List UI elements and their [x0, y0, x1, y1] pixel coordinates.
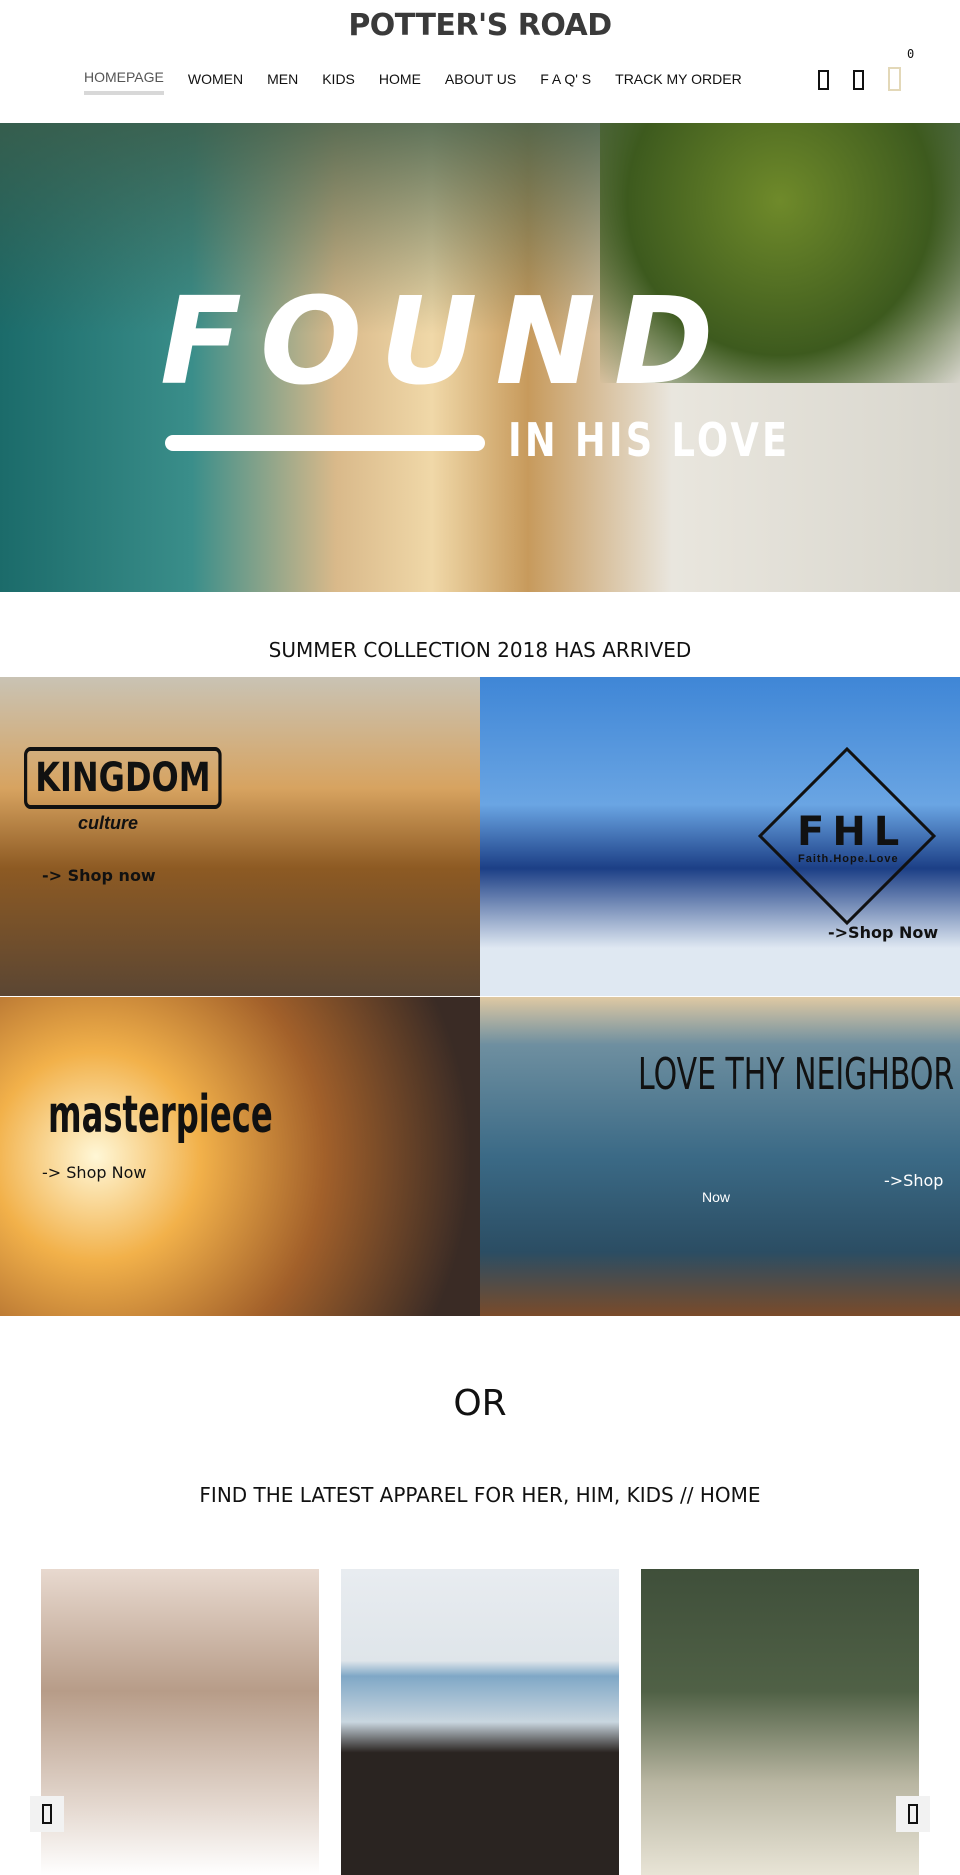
nav-about-us[interactable]: ABOUT US: [445, 71, 516, 95]
tile-fhl[interactable]: FHL Faith.Hope.Love ->Shop Now: [480, 677, 960, 996]
shop-now-link[interactable]: ->Shop: [884, 1171, 943, 1190]
nav-track-order[interactable]: TRACK MY ORDER: [615, 71, 742, 95]
nav-kids[interactable]: KIDS: [322, 71, 355, 95]
tile-brand-sub: culture: [78, 813, 139, 833]
search-icon[interactable]: [818, 70, 829, 90]
tile-brand: FHL: [797, 809, 908, 855]
carousel-next-button[interactable]: [896, 1796, 930, 1832]
hero-title: FOUND: [160, 273, 732, 412]
category-kids[interactable]: [641, 1569, 919, 1875]
chevron-right-icon: [908, 1804, 918, 1824]
nav-faqs[interactable]: F A Q' S: [540, 71, 591, 95]
cart-icon[interactable]: [888, 67, 901, 91]
nav-men[interactable]: MEN: [267, 71, 298, 95]
apparel-heading: FIND THE LATEST APPAREL FOR HER, HIM, KI…: [199, 1483, 761, 1507]
category-him[interactable]: [341, 1569, 619, 1875]
shop-now-link[interactable]: -> Shop Now: [42, 1163, 146, 1182]
chevron-left-icon: [42, 1804, 52, 1824]
shop-now-link-2[interactable]: Now: [702, 1189, 730, 1205]
tile-brand-sub: Faith.Hope.Love: [798, 853, 899, 865]
tile-love-thy-neighbor[interactable]: LOVE THY NEIGHBOR ->Shop Now: [480, 997, 960, 1316]
collection-heading: SUMMER COLLECTION 2018 HAS ARRIVED: [268, 638, 692, 662]
tile-brand: LOVE THY NEIGHBOR: [638, 1049, 955, 1100]
hero-subtitle: IN HIS LOVE: [508, 413, 791, 467]
tile-masterpiece[interactable]: masterpiece -> Shop Now: [0, 997, 480, 1316]
nav-women[interactable]: WOMEN: [188, 71, 243, 95]
nav-home[interactable]: HOME: [379, 71, 421, 95]
cart-count: 0: [907, 47, 915, 61]
hero-banner[interactable]: FOUND IN HIS LOVE: [0, 123, 960, 592]
account-icon[interactable]: [853, 70, 864, 90]
shop-now-link[interactable]: ->Shop Now: [828, 923, 938, 942]
tile-brand: masterpiece: [48, 1085, 273, 1145]
hero-underline: [165, 435, 485, 451]
carousel-prev-button[interactable]: [30, 1796, 64, 1832]
tile-brand: KINGDOM: [24, 747, 222, 809]
site-logo[interactable]: POTTER'S ROAD: [0, 8, 960, 43]
nav-homepage[interactable]: HOMEPAGE: [84, 69, 164, 95]
tile-kingdom[interactable]: KINGDOM culture -> Shop now: [0, 677, 480, 996]
shop-now-link[interactable]: -> Shop now: [42, 866, 156, 885]
or-divider: OR: [453, 1383, 507, 1424]
category-her[interactable]: [41, 1569, 319, 1875]
main-nav: HOMEPAGE WOMEN MEN KIDS HOME ABOUT US F …: [84, 69, 766, 95]
